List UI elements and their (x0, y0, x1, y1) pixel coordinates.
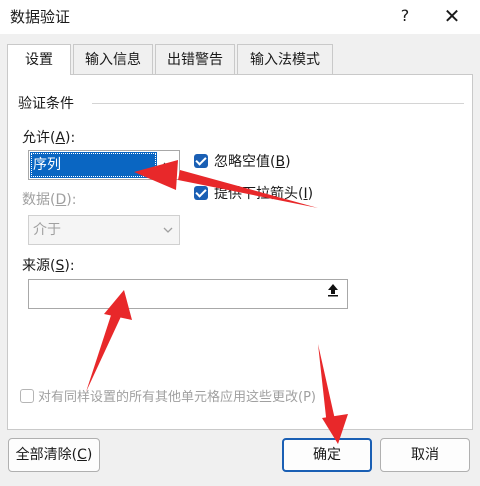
data-select-value: 介于 (33, 222, 61, 238)
in-cell-dropdown-label: 提供下拉箭头(I) (214, 186, 314, 202)
allow-select-value: 序列 (30, 152, 157, 178)
close-button[interactable]: ✕ (435, 2, 469, 30)
data-label: 数据(D): (22, 192, 77, 208)
in-cell-dropdown-checkbox[interactable] (194, 186, 208, 200)
group-divider (92, 103, 464, 104)
title-bar: 数据验证 ? ✕ (0, 0, 480, 34)
clear-all-button[interactable]: 全部清除(C) (8, 438, 100, 472)
apply-all-label: 对有同样设置的所有其他单元格应用这些更改(P) (38, 390, 316, 405)
validation-criteria-heading: 验证条件 (18, 96, 74, 112)
apply-all-checkbox (20, 389, 34, 403)
allow-label: 允许(A): (22, 130, 76, 146)
cancel-button[interactable]: 取消 (380, 438, 470, 472)
collapse-dialog-icon[interactable] (321, 282, 345, 306)
tab-settings[interactable]: 设置 (7, 44, 71, 75)
allow-select[interactable]: 序列 (28, 150, 180, 180)
chevron-down-icon (157, 216, 179, 244)
settings-panel: 验证条件 允许(A): 序列 忽略空值(B) 提供下拉箭头(I) 数据(D): … (7, 74, 473, 430)
source-label: 来源(S): (22, 258, 75, 274)
ignore-blank-label: 忽略空值(B) (214, 154, 291, 170)
ignore-blank-checkbox[interactable] (194, 154, 208, 168)
tab-input-message[interactable]: 输入信息 (73, 44, 153, 74)
dialog-title: 数据验证 (10, 8, 71, 26)
data-select: 介于 (28, 215, 180, 245)
tab-error-alert[interactable]: 出错警告 (155, 44, 235, 74)
help-button[interactable]: ? (390, 2, 420, 30)
chevron-down-icon (157, 151, 179, 179)
source-input[interactable] (28, 279, 348, 309)
ok-button[interactable]: 确定 (282, 438, 372, 472)
tab-ime-mode[interactable]: 输入法模式 (237, 44, 333, 74)
